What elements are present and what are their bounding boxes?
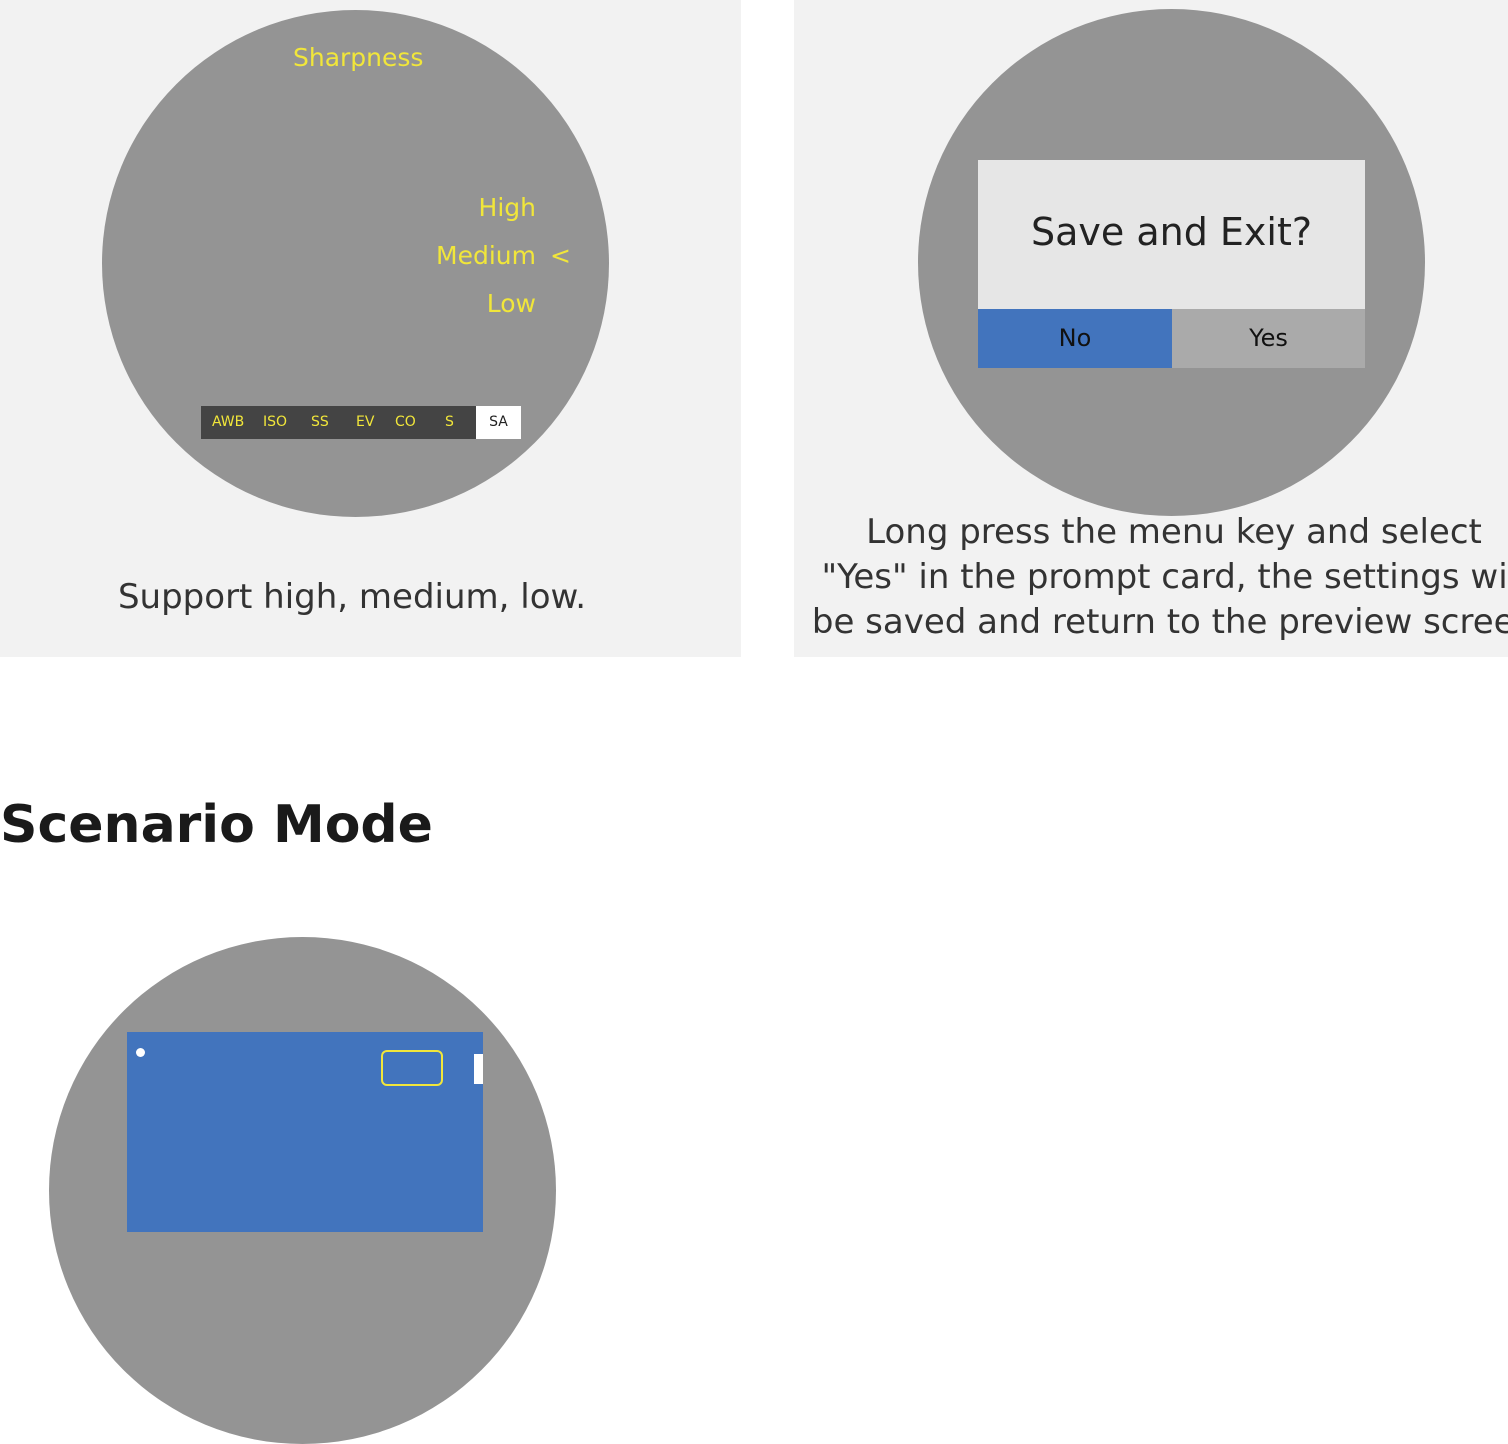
save-exit-panel: Save and Exit? No Yes Long press the men… xyxy=(794,0,1508,657)
prompt-title: Save and Exit? xyxy=(1030,210,1313,254)
caption-line-3: be saved and return to the preview scree… xyxy=(811,602,1508,642)
option-medium[interactable]: Medium xyxy=(436,241,536,270)
selection-marker-icon: < xyxy=(550,241,571,270)
caption-line-2: "Yes" in the prompt card, the settings w… xyxy=(821,557,1508,597)
focus-frame-icon xyxy=(381,1050,443,1086)
menu-title: Sharpness xyxy=(293,43,424,72)
section-heading: Scenario Mode xyxy=(0,795,433,855)
menu-item-s[interactable]: S xyxy=(445,406,454,439)
menu-item-ss[interactable]: SS xyxy=(311,406,329,439)
settings-menu-bar: AWB ISO SS EV CO S SA xyxy=(201,406,521,439)
status-dot-icon xyxy=(136,1048,145,1057)
option-high[interactable]: High xyxy=(479,193,536,222)
prompt-card: Save and Exit? No Yes xyxy=(978,160,1365,368)
sharpness-panel: Sharpness High Medium < Low AWB ISO SS E… xyxy=(0,0,741,657)
menu-item-sa[interactable]: SA xyxy=(476,406,521,439)
menu-item-co[interactable]: CO xyxy=(395,406,416,439)
menu-item-awb[interactable]: AWB xyxy=(212,406,244,439)
caption-line-1: Long press the menu key and select xyxy=(866,512,1482,552)
no-button[interactable]: No xyxy=(978,309,1172,368)
battery-icon xyxy=(474,1054,483,1084)
sharpness-caption: Support high, medium, low. xyxy=(117,577,587,617)
option-low[interactable]: Low xyxy=(487,289,536,318)
menu-item-iso[interactable]: ISO xyxy=(263,406,287,439)
preview-screen xyxy=(127,1032,483,1232)
save-exit-caption: Long press the menu key and select "Yes"… xyxy=(794,510,1508,645)
yes-button[interactable]: Yes xyxy=(1172,309,1365,368)
menu-item-ev[interactable]: EV xyxy=(356,406,374,439)
camera-screen xyxy=(49,937,556,1444)
